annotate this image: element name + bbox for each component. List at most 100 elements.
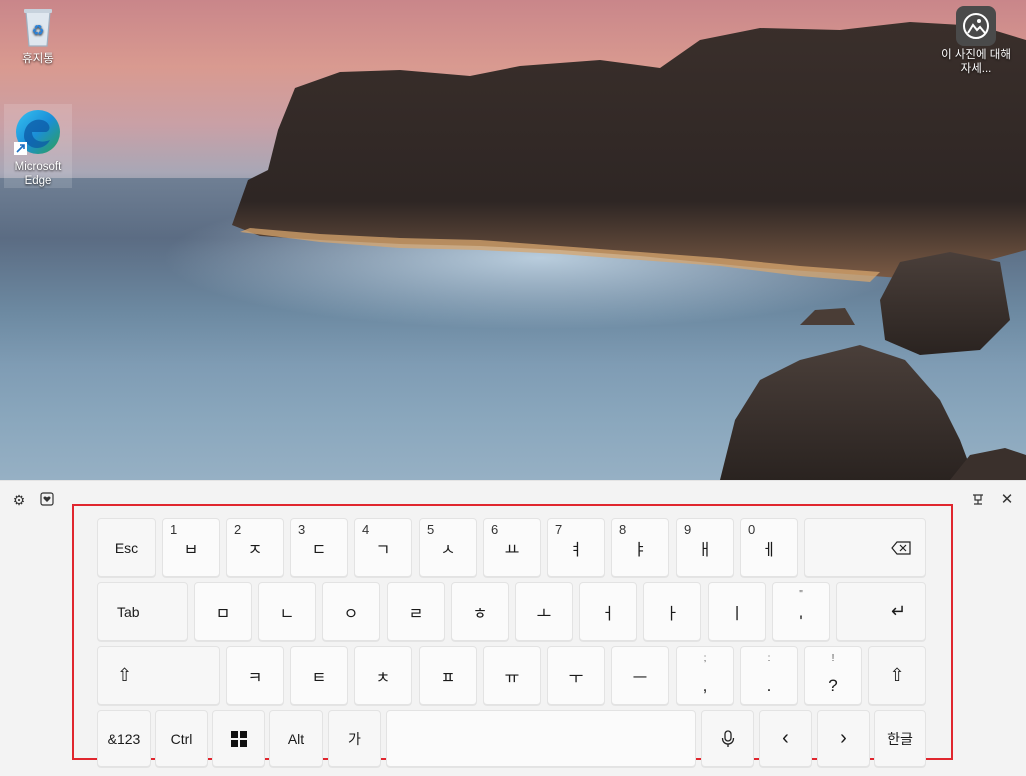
heart-icon	[40, 492, 54, 506]
key-label: .	[766, 676, 772, 695]
key-ae[interactable]: 9ㅐ	[676, 518, 734, 577]
key-digeut[interactable]: 3ㄷ	[290, 518, 348, 577]
key-enter[interactable]: ↵	[836, 582, 926, 641]
key-number: 4	[362, 522, 370, 537]
key-eo[interactable]: ㅓ	[579, 582, 637, 641]
key-o[interactable]: ㅗ	[515, 582, 573, 641]
key-yeo[interactable]: 7ㅕ	[547, 518, 605, 577]
key-ieung[interactable]: ㅇ	[322, 582, 380, 641]
windows-icon	[230, 730, 247, 747]
key-eu[interactable]: ㅡ	[611, 646, 669, 705]
key-u[interactable]: ㅜ	[547, 646, 605, 705]
key-ctrl[interactable]: Ctrl	[155, 710, 208, 767]
key-alt[interactable]: Alt	[269, 710, 323, 767]
key-label: ㅑ	[632, 541, 648, 559]
key-label: Ctrl	[170, 730, 193, 747]
key-shift-left[interactable]: ⇧	[97, 646, 220, 705]
key-giyeok[interactable]: 4ㄱ	[354, 518, 412, 577]
key-bieup[interactable]: 1ㅂ	[162, 518, 220, 577]
key-label: ㅂ	[183, 541, 199, 559]
key-symbols[interactable]: &123	[97, 710, 151, 767]
key-number: 6	[491, 522, 499, 537]
desktop-icon-recycle-bin[interactable]: ♻ 휴지통	[4, 4, 72, 66]
key-apostrophe[interactable]: " '	[772, 582, 830, 641]
key-tieut[interactable]: ㅌ	[290, 646, 348, 705]
dock-keyboard-button[interactable]	[967, 488, 989, 510]
key-question[interactable]: !?	[804, 646, 862, 705]
key-yu[interactable]: ㅠ	[483, 646, 541, 705]
key-microphone[interactable]	[701, 710, 754, 767]
key-label: ㅕ	[568, 541, 584, 559]
key-hieut[interactable]: ㅎ	[451, 582, 509, 641]
desktop-icon-label: 이 사진에 대해 자세...	[941, 49, 1011, 75]
keyboard-settings-button[interactable]: ⚙	[8, 489, 30, 511]
touch-keyboard-panel: ⚙ ✕ Esc 1ㅂ 2ㅈ 3ㄷ 4ㄱ 5ㅅ 6ㅛ 7ㅕ 8ㅑ 9ㅐ 0ㅔ Ta…	[0, 480, 1026, 776]
key-label: ㅜ	[568, 669, 584, 687]
key-number: 1	[170, 522, 178, 537]
key-hangul-toggle[interactable]: 한글	[874, 710, 926, 767]
desktop-icon-learn-about-photo[interactable]: 이 사진에 대해 자세...	[940, 6, 1012, 76]
key-number: 9	[684, 522, 692, 537]
key-label: ㅠ	[504, 669, 520, 687]
left-arrow-icon: ‹	[782, 727, 789, 749]
key-number: 5	[427, 522, 435, 537]
key-backspace[interactable]	[804, 518, 926, 577]
key-number: 8	[619, 522, 627, 537]
key-label: ㅊ	[375, 669, 391, 687]
key-label: ㅎ	[472, 605, 488, 623]
key-e[interactable]: 0ㅔ	[740, 518, 798, 577]
key-mieum[interactable]: ㅁ	[194, 582, 252, 641]
key-siot[interactable]: 5ㅅ	[419, 518, 477, 577]
key-label: ㅣ	[729, 605, 745, 623]
desktop-wallpaper	[0, 0, 1026, 480]
key-label: ㄷ	[311, 541, 327, 559]
key-hanja[interactable]: 가	[328, 710, 381, 767]
key-right-arrow[interactable]: ›	[817, 710, 870, 767]
key-windows[interactable]	[212, 710, 265, 767]
key-number: 0	[748, 522, 756, 537]
key-left-arrow[interactable]: ‹	[759, 710, 812, 767]
key-period[interactable]: :.	[740, 646, 798, 705]
key-label: ㅗ	[536, 605, 552, 623]
key-number: 7	[555, 522, 563, 537]
key-label: ㅁ	[215, 605, 231, 623]
key-label: ㅋ	[247, 669, 263, 687]
right-arrow-icon: ›	[840, 727, 847, 749]
key-comma[interactable]: ;,	[676, 646, 734, 705]
desktop-icon-edge[interactable]: Microsoft Edge	[4, 104, 72, 188]
emoji-panel-button[interactable]	[36, 488, 58, 510]
close-keyboard-button[interactable]: ✕	[996, 488, 1018, 510]
key-tab[interactable]: Tab	[97, 582, 188, 641]
key-label: ㅇ	[343, 605, 359, 623]
gear-icon: ⚙	[12, 491, 26, 508]
key-space[interactable]	[386, 710, 696, 767]
learn-about-photo-icon	[956, 6, 996, 46]
key-jieut[interactable]: 2ㅈ	[226, 518, 284, 577]
key-label: ㅡ	[632, 669, 648, 687]
key-shift-char: !	[831, 653, 835, 664]
key-esc[interactable]: Esc	[97, 518, 156, 577]
key-nieun[interactable]: ㄴ	[258, 582, 316, 641]
key-label: &123	[107, 730, 141, 747]
key-i[interactable]: ㅣ	[708, 582, 766, 641]
key-chieut[interactable]: ㅊ	[354, 646, 412, 705]
key-label: Alt	[287, 730, 305, 747]
key-label: ㅏ	[664, 605, 680, 623]
key-label: ㄹ	[408, 605, 424, 623]
key-kieuk[interactable]: ㅋ	[226, 646, 284, 705]
key-yo[interactable]: 6ㅛ	[483, 518, 541, 577]
key-a[interactable]: ㅏ	[643, 582, 701, 641]
desktop-icon-label: 휴지통	[22, 53, 54, 65]
key-shift-char: ;	[703, 653, 707, 664]
key-rieul[interactable]: ㄹ	[387, 582, 445, 641]
key-shift-right[interactable]: ⇧	[868, 646, 926, 705]
key-ya[interactable]: 8ㅑ	[611, 518, 669, 577]
key-pieup[interactable]: ㅍ	[419, 646, 477, 705]
shift-icon: ⇧	[889, 665, 905, 685]
key-label: ㅓ	[600, 605, 616, 623]
svg-text:♻: ♻	[32, 23, 45, 39]
key-number: 2	[234, 522, 242, 537]
desktop-icon-label: Microsoft Edge	[14, 161, 62, 187]
enter-icon: ↵	[891, 601, 907, 621]
key-shift-char: "	[799, 589, 803, 600]
